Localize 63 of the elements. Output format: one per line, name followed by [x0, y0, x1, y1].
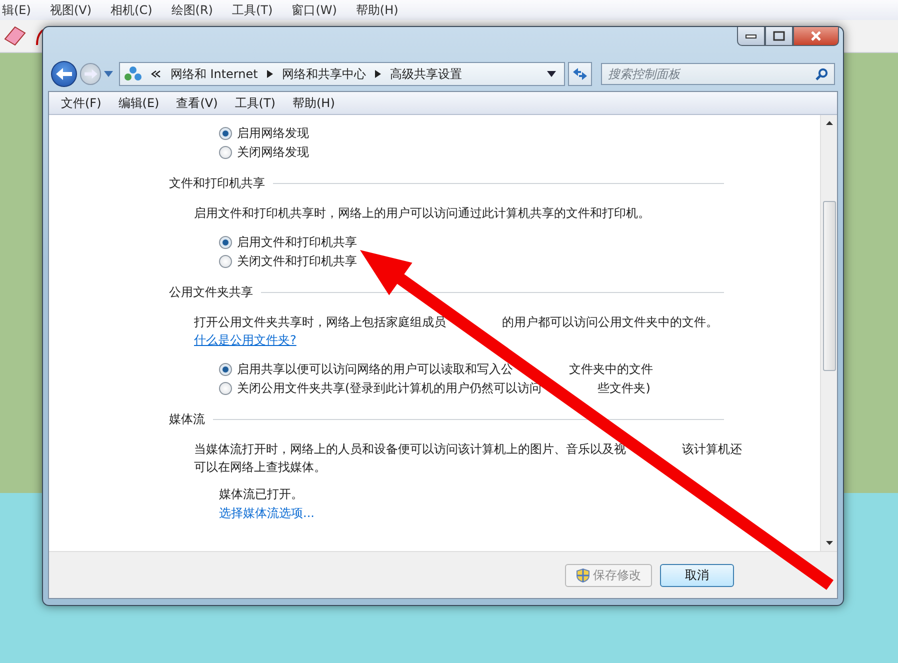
section-description: 该计算机还 — [682, 442, 742, 456]
option-label: 启用共享以便可以访问网络的用户可以读取和写入公 — [237, 362, 513, 376]
section-heading: 公用文件夹共享 — [169, 284, 253, 301]
option-label: 些文件夹) — [598, 381, 650, 395]
menu-item[interactable]: 工具(T) — [232, 2, 273, 18]
refresh-button[interactable] — [568, 62, 592, 86]
option-label: 启用网络发现 — [237, 126, 309, 140]
scrollbar[interactable] — [820, 115, 837, 551]
media-options-link[interactable]: 选择媒体流选项... — [219, 505, 820, 522]
menu-item[interactable]: 工具(T) — [234, 94, 276, 112]
status-text: 媒体流已打开。 — [219, 486, 304, 503]
menu-item[interactable]: 文件(F) — [61, 94, 102, 112]
menu-item[interactable]: 辑(E) — [2, 2, 31, 18]
breadcrumb-item[interactable]: 网络和共享中心 — [282, 66, 366, 82]
maximize-icon — [773, 31, 785, 41]
menu-item[interactable]: 视图(V) — [50, 2, 92, 18]
section-description: 的用户都可以访问公用文件夹中的文件。 — [502, 315, 718, 329]
option-label: 关闭文件和打印机共享 — [237, 254, 357, 268]
option-label: 文件夹中的文件 — [569, 362, 653, 376]
section-description: 当媒体流打开时，网络上的人员和设备便可以访问该计算机上的图片、音乐以及视 — [194, 442, 626, 456]
menu-item[interactable]: 窗口(W) — [292, 2, 337, 18]
menu-item[interactable]: 编辑(E) — [118, 94, 160, 112]
back-arrow-icon — [54, 66, 74, 82]
forward-arrow-icon — [82, 67, 99, 81]
cancel-button[interactable]: 取消 — [660, 564, 734, 586]
radio-button[interactable] — [219, 127, 232, 140]
section-description: 打开公用文件夹共享时，网络上包括家庭组成员 — [194, 315, 446, 329]
breadcrumb-item[interactable]: 网络和 Internet — [170, 66, 258, 82]
menu-item[interactable]: 绘图(R) — [171, 2, 213, 18]
separator-arrow-icon — [374, 70, 381, 78]
address-bar[interactable]: 网络和 Internet 网络和共享中心 高级共享设置 — [119, 62, 566, 86]
close-button[interactable] — [793, 27, 839, 46]
refresh-icon — [572, 67, 588, 81]
radio-button[interactable] — [219, 382, 232, 395]
radio-button[interactable] — [219, 146, 232, 159]
section-description: 启用文件和打印机共享时，网络上的用户可以访问通过此计算机共享的文件和打印机。 — [194, 206, 650, 220]
menu-item[interactable]: 相机(C) — [110, 2, 152, 18]
radio-button[interactable] — [219, 236, 232, 249]
separator-arrow-icon — [266, 70, 273, 78]
section-heading: 媒体流 — [169, 411, 205, 428]
minimize-button[interactable] — [737, 27, 765, 46]
menu-item[interactable]: 帮助(H) — [292, 94, 335, 112]
dropdown-icon[interactable] — [547, 71, 556, 77]
option-label: 关闭网络发现 — [237, 145, 309, 159]
menu-item[interactable]: 帮助(H) — [356, 2, 398, 18]
network-icon — [124, 66, 142, 82]
radio-button[interactable] — [219, 255, 232, 268]
radio-button[interactable] — [219, 363, 232, 376]
minimize-icon — [745, 33, 757, 39]
section-heading: 文件和打印机共享 — [169, 175, 265, 192]
menu-item[interactable]: 查看(V) — [176, 94, 218, 112]
back-button[interactable] — [51, 61, 77, 87]
search-field[interactable]: 搜索控制面板 — [600, 63, 835, 85]
section-description: 可以在网络上查找媒体。 — [194, 460, 326, 474]
option-label: 启用文件和打印机共享 — [237, 235, 357, 249]
scrollbar-thumb[interactable] — [822, 201, 836, 371]
breadcrumb-item[interactable]: 高级共享设置 — [390, 66, 462, 82]
shield-icon — [576, 568, 590, 582]
maximize-button[interactable] — [765, 27, 793, 46]
help-link[interactable]: 什么是公用文件夹? — [194, 331, 296, 349]
search-icon[interactable] — [814, 68, 828, 81]
chevron-icon — [151, 70, 162, 78]
close-icon — [810, 31, 822, 41]
